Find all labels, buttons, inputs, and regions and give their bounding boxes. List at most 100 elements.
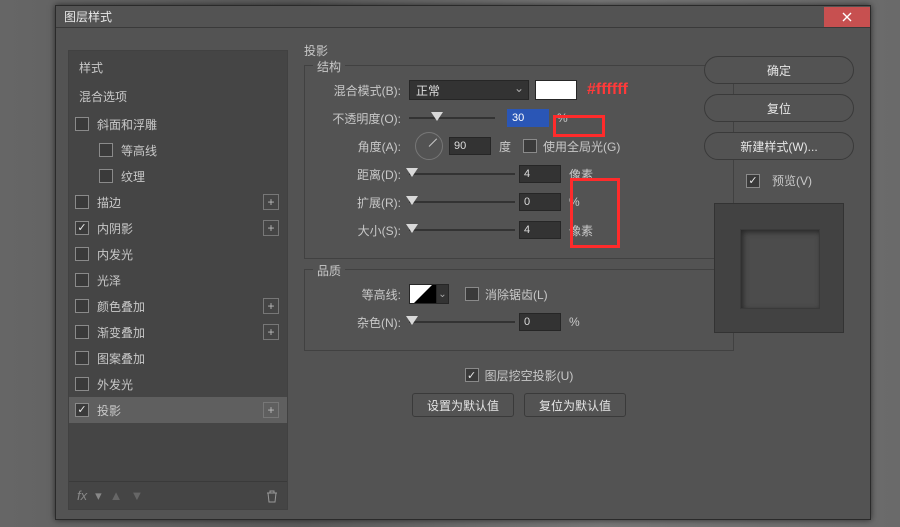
color-swatch[interactable]	[535, 80, 577, 100]
structure-group: 结构 混合模式(B): 正常 #ffffff 不透明度(O): 30 % 角度(…	[304, 65, 734, 259]
noise-label: 杂色(N):	[317, 314, 409, 331]
close-icon	[842, 12, 852, 22]
style-item-color-overlay[interactable]: 颜色叠加 +	[69, 293, 287, 319]
add-effect-icon[interactable]: +	[263, 220, 279, 236]
style-item-drop-shadow[interactable]: 投影 +	[69, 397, 287, 423]
style-item-outer-glow[interactable]: 外发光	[69, 371, 287, 397]
add-effect-icon[interactable]: +	[263, 324, 279, 340]
style-item-gradient-overlay[interactable]: 渐变叠加 +	[69, 319, 287, 345]
preview-checkbox[interactable]	[746, 174, 760, 188]
ok-button[interactable]: 确定	[704, 56, 854, 84]
global-light-checkbox[interactable]	[523, 139, 537, 153]
blend-mode-label: 混合模式(B):	[317, 82, 409, 99]
spread-slider[interactable]	[409, 195, 515, 209]
angle-label: 角度(A):	[317, 138, 409, 155]
knockout-label: 图层挖空投影(U)	[485, 367, 574, 384]
distance-label: 距离(D):	[317, 166, 409, 183]
angle-dial[interactable]	[415, 132, 443, 160]
group-legend: 结构	[313, 58, 345, 75]
styles-footer: fx ▾ ▲ ▼	[69, 481, 287, 509]
blend-mode-select[interactable]: 正常	[409, 80, 529, 100]
antialias-checkbox[interactable]	[465, 287, 479, 301]
size-slider[interactable]	[409, 223, 515, 237]
style-label: 等高线	[121, 142, 157, 159]
checkbox[interactable]	[75, 221, 89, 235]
distance-slider[interactable]	[409, 167, 515, 181]
checkbox[interactable]	[99, 169, 113, 183]
section-title: 投影	[304, 42, 734, 59]
add-effect-icon[interactable]: +	[263, 402, 279, 418]
size-input[interactable]: 4	[519, 221, 561, 239]
contour-dropdown[interactable]: ⌄	[437, 284, 449, 304]
checkbox[interactable]	[75, 325, 89, 339]
noise-slider[interactable]	[409, 315, 515, 329]
opacity-unit: %	[557, 111, 568, 125]
spread-label: 扩展(R):	[317, 194, 409, 211]
trash-icon[interactable]	[265, 489, 279, 503]
size-unit: 像素	[569, 222, 593, 239]
close-button[interactable]	[824, 7, 870, 27]
style-label: 图案叠加	[97, 350, 145, 367]
style-label: 颜色叠加	[97, 298, 145, 315]
style-label: 斜面和浮雕	[97, 116, 157, 133]
style-label: 投影	[97, 402, 121, 419]
style-item-inner-glow[interactable]: 内发光	[69, 241, 287, 267]
new-style-button[interactable]: 新建样式(W)...	[704, 132, 854, 160]
checkbox[interactable]	[75, 247, 89, 261]
checkbox[interactable]	[75, 273, 89, 287]
style-label: 内阴影	[97, 220, 133, 237]
style-label: 渐变叠加	[97, 324, 145, 341]
fx-menu[interactable]: fx	[77, 488, 87, 503]
styles-panel: 样式 混合选项 斜面和浮雕 等高线 纹理 描边 + 内阴影	[68, 50, 288, 510]
spread-unit: %	[569, 195, 580, 209]
opacity-slider[interactable]	[409, 111, 495, 125]
contour-label: 等高线:	[317, 286, 409, 303]
style-item-inner-shadow[interactable]: 内阴影 +	[69, 215, 287, 241]
style-label: 外发光	[97, 376, 133, 393]
chevron-down-icon[interactable]: ▾	[95, 488, 102, 504]
reset-default-button[interactable]: 复位为默认值	[524, 393, 626, 417]
add-effect-icon[interactable]: +	[263, 194, 279, 210]
quality-group: 品质 等高线: ⌄ 消除锯齿(L) 杂色(N): 0 %	[304, 269, 734, 351]
angle-input[interactable]: 90	[449, 137, 491, 155]
style-label: 内发光	[97, 246, 133, 263]
group-legend: 品质	[313, 262, 345, 279]
checkbox[interactable]	[75, 299, 89, 313]
blend-options-label[interactable]: 混合选项	[69, 82, 287, 111]
make-default-button[interactable]: 设置为默认值	[412, 393, 514, 417]
style-item-bevel[interactable]: 斜面和浮雕	[69, 111, 287, 137]
style-item-contour[interactable]: 等高线	[69, 137, 287, 163]
style-label: 纹理	[121, 168, 145, 185]
spread-input[interactable]: 0	[519, 193, 561, 211]
contour-picker[interactable]	[409, 284, 437, 304]
style-label: 光泽	[97, 272, 121, 289]
cancel-button[interactable]: 复位	[704, 94, 854, 122]
styles-header: 样式	[69, 51, 287, 82]
checkbox[interactable]	[75, 195, 89, 209]
opacity-label: 不透明度(O):	[317, 110, 409, 127]
layer-style-dialog: 图层样式 样式 混合选项 斜面和浮雕 等高线 纹理 描边	[55, 5, 871, 520]
preview-label: 预览(V)	[772, 172, 812, 189]
distance-input[interactable]: 4	[519, 165, 561, 183]
style-item-stroke[interactable]: 描边 +	[69, 189, 287, 215]
preview-thumbnail	[714, 203, 844, 333]
checkbox[interactable]	[99, 143, 113, 157]
titlebar: 图层样式	[56, 6, 870, 28]
checkbox[interactable]	[75, 351, 89, 365]
arrow-up-icon[interactable]: ▲	[110, 488, 123, 503]
style-label: 描边	[97, 194, 121, 211]
checkbox[interactable]	[75, 377, 89, 391]
style-item-pattern-overlay[interactable]: 图案叠加	[69, 345, 287, 371]
opacity-input[interactable]: 30	[507, 109, 549, 127]
global-light-label: 使用全局光(G)	[543, 138, 620, 155]
dialog-buttons: 确定 复位 新建样式(W)... 预览(V)	[704, 56, 854, 333]
checkbox[interactable]	[75, 117, 89, 131]
drop-shadow-settings: 投影 结构 混合模式(B): 正常 #ffffff 不透明度(O): 30 %	[304, 42, 734, 417]
arrow-down-icon[interactable]: ▼	[131, 488, 144, 503]
add-effect-icon[interactable]: +	[263, 298, 279, 314]
style-item-satin[interactable]: 光泽	[69, 267, 287, 293]
checkbox[interactable]	[75, 403, 89, 417]
noise-input[interactable]: 0	[519, 313, 561, 331]
style-item-texture[interactable]: 纹理	[69, 163, 287, 189]
knockout-checkbox[interactable]	[465, 368, 479, 382]
